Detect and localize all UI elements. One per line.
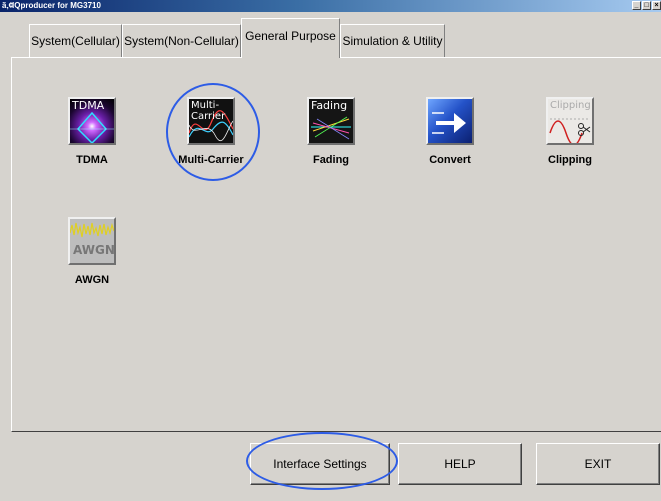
tool-multi-carrier[interactable]: Multi- Carrier Multi-Carrier xyxy=(151,97,271,166)
tdma-icon-text: TDMA xyxy=(72,99,105,112)
maximize-button[interactable]: □ xyxy=(642,1,651,10)
tdma-icon: TDMA xyxy=(68,97,116,145)
interface-settings-button[interactable]: Interface Settings xyxy=(250,443,390,485)
close-button[interactable]: × xyxy=(652,1,661,10)
tool-tdma[interactable]: TDMA TDMA xyxy=(32,97,152,166)
title-bar: ã‚¢ IQproducer for MG3710 _ □ × xyxy=(0,0,661,12)
awgn-icon-text: AWGN xyxy=(73,243,115,257)
tool-label: Convert xyxy=(429,154,471,166)
tool-label: AWGN xyxy=(74,274,110,286)
clipping-icon-text: Clipping xyxy=(550,100,591,111)
tab-general-purpose[interactable]: General Purpose xyxy=(241,18,340,58)
help-button[interactable]: HELP xyxy=(398,443,522,485)
exit-button[interactable]: EXIT xyxy=(536,443,660,485)
tab-simulation-utility[interactable]: Simulation & Utility xyxy=(340,24,445,57)
tool-convert[interactable]: Convert xyxy=(390,97,510,166)
minimize-button[interactable]: _ xyxy=(632,1,641,10)
fading-icon: Fading xyxy=(307,97,355,145)
tool-panel: TDMA TDMA Multi- Carrier Multi-Carrier F xyxy=(11,57,661,432)
tool-label: Fading xyxy=(312,154,350,166)
tool-fading[interactable]: Fading Fading xyxy=(271,97,391,166)
tab-system-non-cellular[interactable]: System(Non-Cellular) xyxy=(122,24,241,57)
multi-carrier-icon: Multi- Carrier xyxy=(187,97,235,145)
tab-system-cellular[interactable]: System(Cellular) xyxy=(29,24,122,57)
tool-awgn[interactable]: AWGN AWGN xyxy=(32,217,152,286)
tool-clipping[interactable]: Clipping Clipping xyxy=(510,97,630,166)
awgn-icon: AWGN xyxy=(68,217,116,265)
fading-icon-text: Fading xyxy=(311,99,348,112)
convert-icon xyxy=(426,97,474,145)
tool-label: Multi-Carrier xyxy=(178,154,244,166)
clipping-icon: Clipping xyxy=(546,97,594,145)
tool-label: Clipping xyxy=(548,154,592,166)
window-title: IQproducer for MG3710 xyxy=(12,1,101,10)
tool-label: TDMA xyxy=(76,154,108,166)
multi-carrier-icon-text: Multi- Carrier xyxy=(191,100,226,122)
